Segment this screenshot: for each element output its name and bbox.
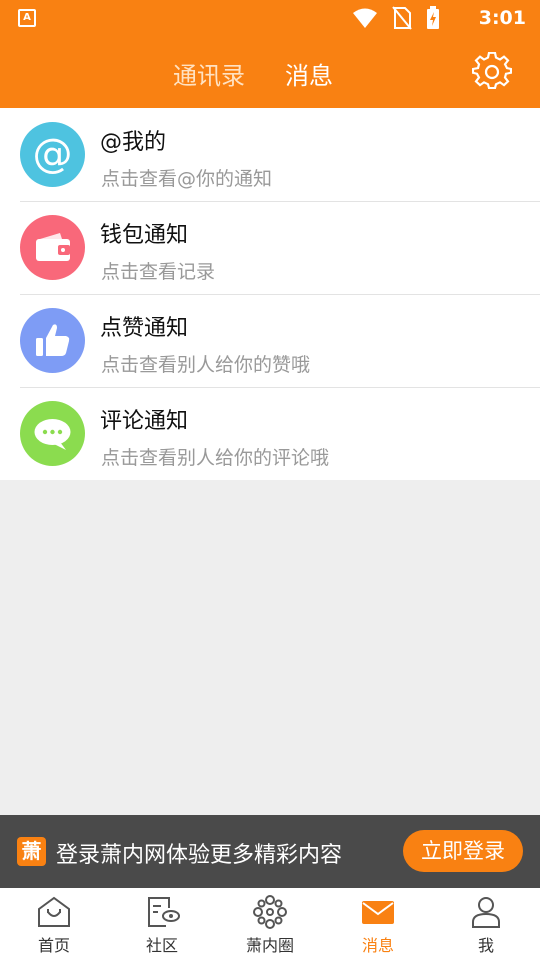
list-item-wallet[interactable]: 钱包通知 点击查看记录 bbox=[0, 201, 540, 294]
item-subtitle: 点击查看@你的通知 bbox=[101, 168, 273, 190]
home-icon bbox=[38, 896, 70, 927]
item-subtitle: 点击查看别人给你的赞哦 bbox=[101, 354, 311, 376]
bottom-nav: 首页 社区 萧内圈 消息 我 bbox=[0, 888, 540, 960]
community-icon bbox=[148, 897, 180, 927]
login-banner: 萧 登录萧内网体验更多精彩内容 立即登录 bbox=[0, 815, 540, 888]
wallet-avatar bbox=[20, 215, 85, 280]
item-subtitle: 点击查看记录 bbox=[101, 261, 216, 283]
item-title: 点赞通知 bbox=[100, 316, 189, 341]
clock: 3:01 bbox=[478, 7, 526, 29]
list-item-likes[interactable]: 点赞通知 点击查看别人给你的赞哦 bbox=[0, 294, 540, 387]
battery-charging-icon bbox=[427, 6, 439, 29]
nav-label: 我 bbox=[477, 936, 494, 955]
system-icons bbox=[352, 6, 440, 30]
app-notification-icon: A bbox=[18, 9, 36, 27]
status-bar: A 3:01 bbox=[0, 0, 540, 36]
item-title: 钱包通知 bbox=[100, 223, 189, 248]
mention-avatar: @ bbox=[20, 122, 85, 187]
nav-community[interactable]: 社区 bbox=[108, 888, 216, 960]
thumbs-up-icon bbox=[36, 324, 70, 356]
circle-icon bbox=[253, 895, 287, 929]
site-logo: 萧 bbox=[17, 837, 46, 866]
top-bar: 通讯录 消息 bbox=[0, 36, 540, 108]
at-icon: @ bbox=[33, 131, 73, 177]
svg-text:@: @ bbox=[33, 131, 73, 177]
comments-avatar bbox=[20, 401, 85, 466]
person-icon bbox=[472, 897, 500, 928]
list-item-comments[interactable]: 评论通知 点击查看别人给你的评论哦 bbox=[0, 387, 540, 480]
nav-label: 萧内圈 bbox=[245, 936, 294, 955]
item-title: @我的 bbox=[100, 130, 167, 155]
nav-circle[interactable]: 萧内圈 bbox=[216, 888, 324, 960]
nav-label: 消息 bbox=[361, 936, 394, 955]
login-prompt: 登录萧内网体验更多精彩内容 bbox=[56, 843, 343, 868]
comment-icon bbox=[34, 419, 71, 450]
tab-contacts[interactable]: 通讯录 bbox=[173, 56, 245, 91]
wifi-icon bbox=[353, 8, 377, 28]
no-sim-icon bbox=[392, 6, 412, 30]
list-item-mentions[interactable]: @ @我的 点击查看@你的通知 bbox=[0, 108, 540, 201]
item-title: 评论通知 bbox=[100, 409, 189, 434]
mail-icon bbox=[362, 901, 394, 924]
gear-icon bbox=[471, 51, 513, 90]
nav-messages[interactable]: 消息 bbox=[324, 888, 432, 960]
item-subtitle: 点击查看别人给你的评论哦 bbox=[101, 447, 330, 469]
nav-me[interactable]: 我 bbox=[432, 888, 540, 960]
likes-avatar bbox=[20, 308, 85, 373]
nav-label: 社区 bbox=[145, 936, 178, 955]
nav-label: 首页 bbox=[37, 936, 70, 955]
wallet-icon bbox=[36, 233, 70, 261]
login-button[interactable]: 立即登录 bbox=[403, 830, 523, 872]
settings-button[interactable] bbox=[471, 51, 513, 92]
nav-home[interactable]: 首页 bbox=[0, 888, 108, 960]
tab-messages[interactable]: 消息 bbox=[285, 56, 333, 91]
message-list: @ @我的 点击查看@你的通知 钱包通知 点击查看记录 点赞通知 点击查看别人给… bbox=[0, 108, 540, 480]
